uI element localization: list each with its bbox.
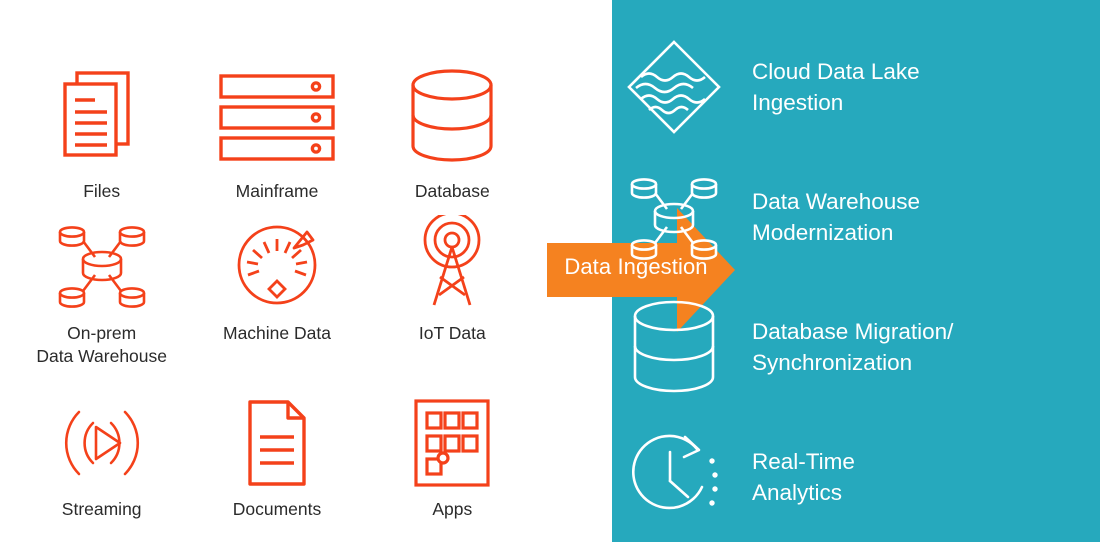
source-item-iot-data[interactable]: IoT Data [365, 208, 540, 390]
data-sources-grid: Files Mainframe Database On-prem Data Wa… [0, 0, 540, 542]
source-label: Machine Data [223, 323, 331, 343]
streaming-play-icon [50, 396, 154, 490]
source-label: Apps [432, 499, 473, 519]
source-item-machine-data[interactable]: Machine Data [189, 208, 364, 390]
source-label: Streaming [61, 499, 142, 519]
source-label: Files [83, 181, 121, 201]
outcomes-list: Cloud Data Lake Ingestion Data Warehouse… [612, 0, 1100, 542]
outcome-label: Database Migration/ Synchronization [752, 318, 954, 375]
source-label: Documents [232, 499, 322, 519]
mainframe-icon [215, 64, 339, 168]
database-cylinder-icon [622, 295, 726, 399]
outcome-item-real-time-analytics[interactable]: Real-Time Analytics [612, 412, 1100, 542]
source-item-streaming[interactable]: Streaming [14, 390, 189, 542]
outcome-label: Data Warehouse Modernization [752, 188, 921, 245]
data-lake-diamond-icon [622, 35, 726, 139]
outcome-item-cloud-data-lake[interactable]: Cloud Data Lake Ingestion [612, 22, 1100, 152]
source-item-files[interactable]: Files [14, 0, 189, 208]
source-label: Mainframe [235, 181, 319, 201]
data-warehouse-network-icon [50, 216, 154, 314]
source-item-mainframe[interactable]: Mainframe [189, 0, 364, 208]
files-icon [50, 64, 154, 168]
source-item-apps[interactable]: Apps [365, 390, 540, 542]
source-label: IoT Data [418, 323, 486, 343]
document-icon [225, 396, 329, 490]
source-item-on-prem-data-warehouse[interactable]: On-prem Data Warehouse [14, 208, 189, 390]
gauge-icon [225, 216, 329, 314]
diagram-canvas: Files Mainframe Database On-prem Data Wa… [0, 0, 1100, 542]
outcome-item-database-migration[interactable]: Database Migration/ Synchronization [612, 282, 1100, 412]
outcome-label: Cloud Data Lake Ingestion [752, 58, 920, 115]
database-icon [400, 64, 504, 168]
source-item-database[interactable]: Database [365, 0, 540, 208]
outcome-label: Real-Time Analytics [752, 448, 855, 505]
outcome-item-data-warehouse-modernization[interactable]: Data Warehouse Modernization [612, 152, 1100, 282]
source-label: Database [414, 181, 490, 201]
source-label: On-prem Data Warehouse [36, 323, 167, 367]
data-warehouse-network-icon [622, 165, 726, 269]
antenna-tower-icon [400, 215, 504, 314]
apps-grid-icon [400, 396, 504, 490]
clock-arrow-icon [622, 425, 726, 529]
source-item-documents[interactable]: Documents [189, 390, 364, 542]
